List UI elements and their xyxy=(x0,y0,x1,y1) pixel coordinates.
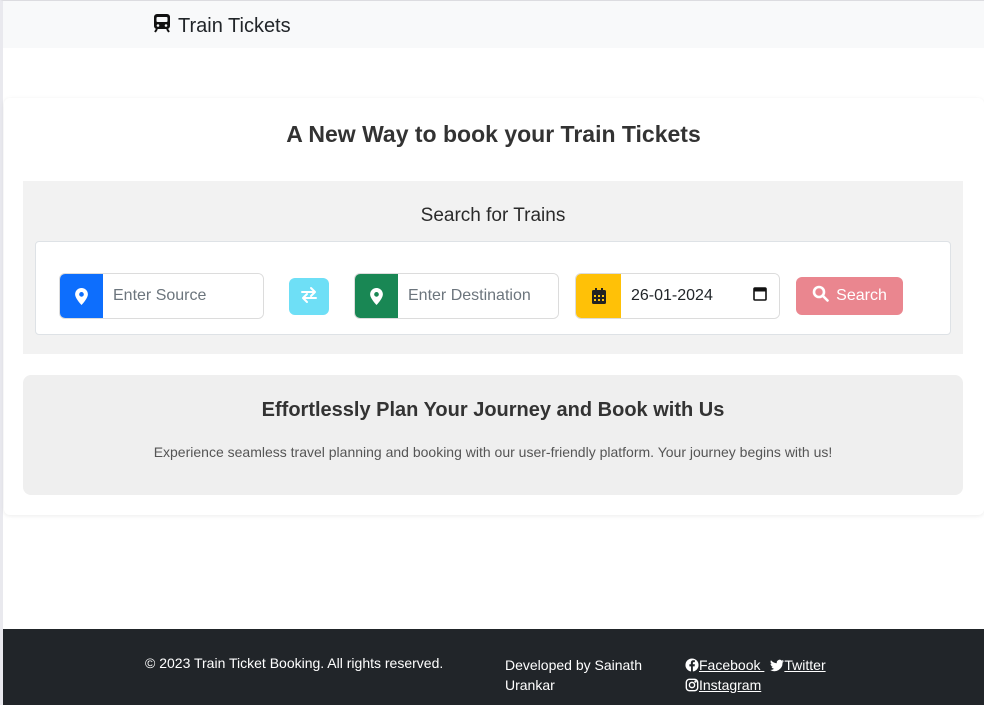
facebook-label: Facebook xyxy=(699,657,761,673)
info-title: Effortlessly Plan Your Journey and Book … xyxy=(261,399,725,421)
date-input[interactable]: 26-01-2024 xyxy=(621,274,779,318)
twitter-label: Twitter xyxy=(784,657,826,673)
date-input-group: 26-01-2024 xyxy=(575,273,780,319)
twitter-icon xyxy=(770,657,785,673)
source-input-group xyxy=(59,273,264,319)
twitter-link[interactable]: Twitter xyxy=(770,657,826,673)
search-button-label: Search xyxy=(836,287,887,304)
swap-button[interactable] xyxy=(289,278,329,315)
search-icon xyxy=(812,285,829,307)
swap-arrows-icon xyxy=(300,286,318,307)
calendar-picker-icon[interactable] xyxy=(753,286,767,306)
search-form: 26-01-2024 Search xyxy=(35,241,951,335)
footer: © 2023 Train Ticket Booking. All rights … xyxy=(3,629,984,705)
developer-credit: Developed by Sainath Urankar xyxy=(505,657,642,693)
copyright-text: © 2023 Train Ticket Booking. All rights … xyxy=(145,655,444,671)
navbar: Train Tickets xyxy=(3,1,984,48)
info-panel: Effortlessly Plan Your Journey and Book … xyxy=(23,375,963,495)
page-title: A New Way to book your Train Tickets xyxy=(286,121,701,147)
info-text: Experience seamless travel planning and … xyxy=(153,444,833,460)
calendar-icon xyxy=(576,274,621,318)
instagram-label: Instagram xyxy=(699,677,762,693)
date-value: 26-01-2024 xyxy=(631,287,713,304)
search-button[interactable]: Search xyxy=(796,277,903,315)
search-title: Search for Trains xyxy=(420,205,566,226)
social-links: Facebook Twitter Instagram xyxy=(685,655,855,695)
brand-label: Train Tickets xyxy=(178,14,291,37)
facebook-link[interactable]: Facebook xyxy=(685,657,764,673)
facebook-icon xyxy=(685,657,699,673)
map-pin-icon xyxy=(355,274,398,318)
destination-input[interactable] xyxy=(398,274,558,318)
brand-link[interactable]: Train Tickets xyxy=(152,13,291,39)
search-panel: Search for Trains 26-01-2024 xyxy=(23,181,963,354)
instagram-link[interactable]: Instagram xyxy=(685,677,761,693)
destination-input-group xyxy=(354,273,559,319)
train-icon xyxy=(152,13,172,39)
source-input[interactable] xyxy=(103,274,263,318)
instagram-icon xyxy=(685,677,699,693)
map-pin-icon xyxy=(60,274,103,318)
